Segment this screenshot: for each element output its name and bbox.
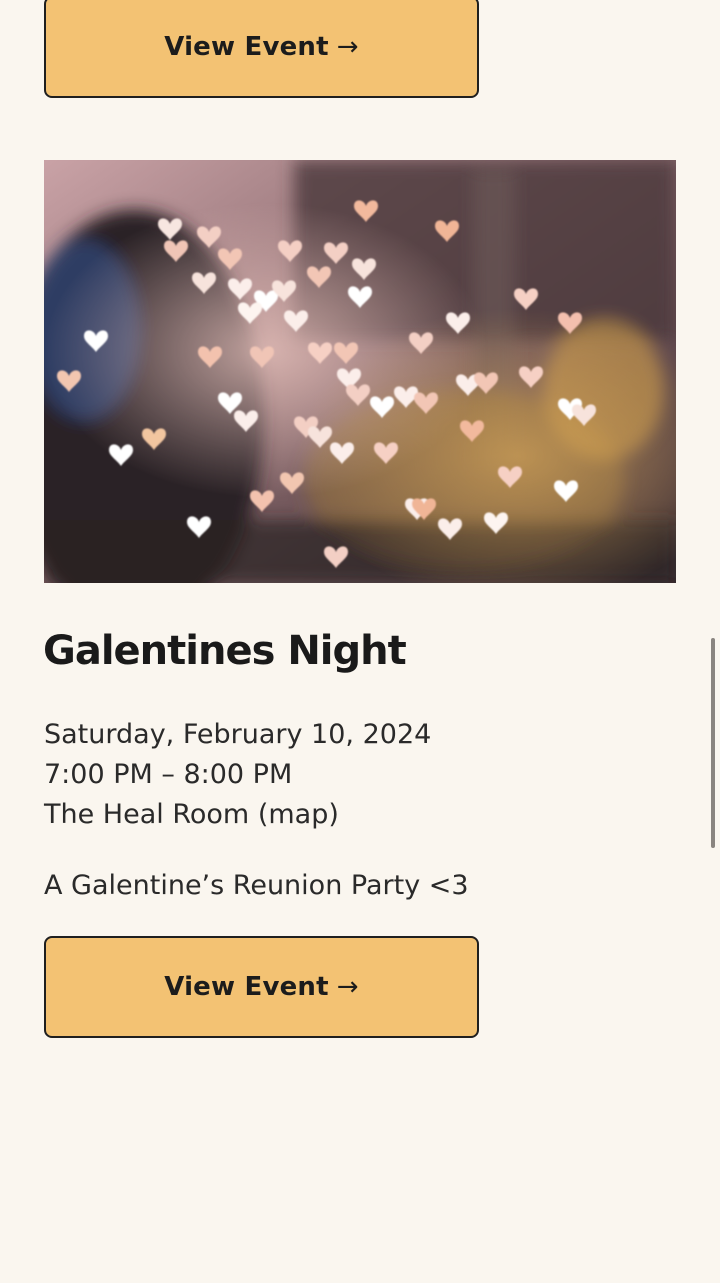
arrow-right-icon: →	[336, 32, 359, 62]
event-list-page: View Event → Galentines Night Saturday, …	[0, 0, 720, 1283]
event-time: 7:00 PM – 8:00 PM	[44, 759, 293, 790]
event-date: Saturday, February 10, 2024	[44, 719, 432, 750]
view-event-button-label: View Event	[164, 32, 329, 62]
hearts-bokeh-photo	[44, 160, 676, 583]
scrollbar-thumb[interactable]	[711, 638, 715, 848]
arrow-right-icon: →	[336, 972, 359, 1002]
event-image[interactable]	[44, 160, 676, 583]
event-location-name: The Heal Room	[44, 799, 250, 830]
view-event-button[interactable]: View Event →	[44, 0, 479, 98]
event-description: A Galentine’s Reunion Party <3	[44, 870, 469, 901]
event-title[interactable]: Galentines Night	[43, 628, 407, 674]
map-link[interactable]: (map)	[258, 799, 339, 830]
event-location: The Heal Room (map)	[44, 795, 339, 835]
view-event-button-label: View Event	[164, 972, 329, 1002]
view-event-button[interactable]: View Event →	[44, 936, 479, 1038]
